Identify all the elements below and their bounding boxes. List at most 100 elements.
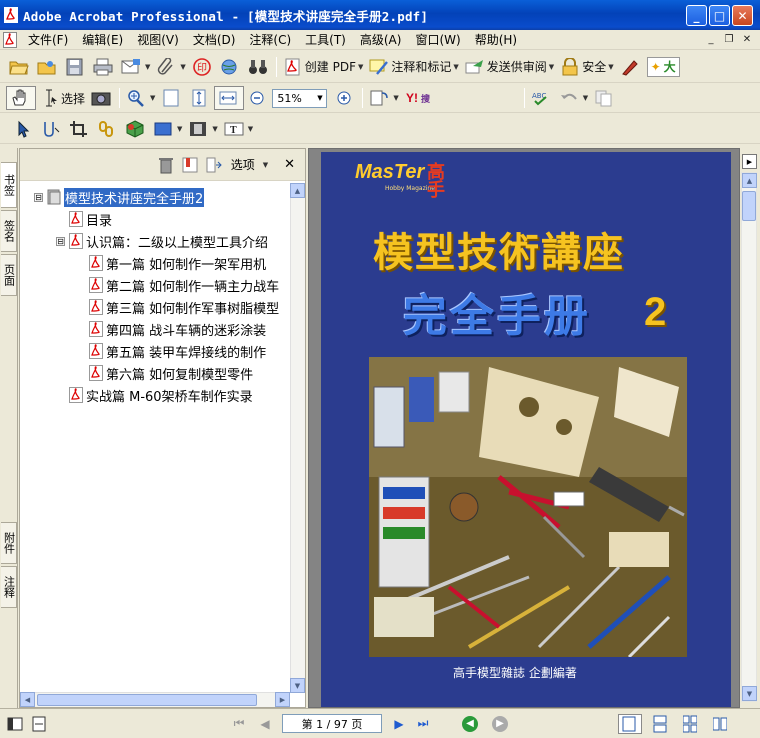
snapshot-button[interactable] bbox=[88, 86, 116, 110]
doc-close-button[interactable]: ✕ bbox=[739, 32, 755, 47]
next-page-button[interactable]: ▶ bbox=[390, 715, 408, 733]
collapse-toggle-icon[interactable]: ⊟ bbox=[34, 192, 43, 202]
document-view[interactable]: MasTer Hobby Magazine 高手 模型技術講座 完全手册 2 高… bbox=[308, 148, 740, 708]
zoom-in-button[interactable] bbox=[331, 86, 359, 110]
document-scroll-thumb[interactable] bbox=[742, 191, 756, 221]
actual-size-button[interactable] bbox=[158, 86, 186, 110]
scroll-up-button[interactable]: ▲ bbox=[290, 183, 305, 198]
stamp-button[interactable]: 印 bbox=[189, 55, 217, 79]
continuous-button[interactable] bbox=[650, 712, 672, 736]
rotate-view-button[interactable]: ▼ bbox=[366, 86, 401, 110]
print-button[interactable] bbox=[90, 55, 118, 79]
chevron-down-icon[interactable]: ▼ bbox=[313, 90, 326, 107]
fit-page-button[interactable] bbox=[186, 86, 214, 110]
undo-button[interactable]: ▼ bbox=[556, 86, 591, 110]
select-tool-button[interactable]: 选择 bbox=[36, 86, 88, 110]
previous-view-button[interactable]: ◀ bbox=[462, 715, 478, 732]
menu-help[interactable]: 帮助(H) bbox=[468, 31, 524, 48]
bookmark-item[interactable]: 第二篇 如何制作一辆主力战车 bbox=[89, 275, 279, 295]
crop-button[interactable] bbox=[66, 117, 94, 141]
bookmark-item[interactable]: 第三篇 如何制作军事树脂模型 bbox=[89, 297, 279, 317]
page-number-field[interactable]: 第 1 / 97 页 bbox=[282, 714, 382, 733]
doc-restore-button[interactable]: ❐ bbox=[721, 32, 737, 47]
email-button[interactable]: ▼ bbox=[118, 55, 153, 79]
first-page-button[interactable]: ⏮ bbox=[230, 715, 248, 733]
bookmark-item[interactable]: 第六篇 如何复制模型零件 bbox=[89, 363, 253, 383]
page-size-button[interactable] bbox=[28, 712, 52, 736]
next-view-button[interactable]: ▶ bbox=[492, 715, 508, 732]
web-button[interactable] bbox=[217, 55, 245, 79]
title-bar[interactable]: Adobe Acrobat Professional - [模型技术讲座完全手册… bbox=[0, 0, 760, 30]
create-pdf-button[interactable]: 创建 PDF ▼ bbox=[280, 55, 367, 79]
expand-bookmark-button[interactable] bbox=[203, 153, 227, 177]
collapse-toggle-icon[interactable]: ⊟ bbox=[56, 236, 65, 246]
send-review-button[interactable]: 发送供审阅 ▼ bbox=[462, 55, 557, 79]
bookmark-vertical-scrollbar[interactable]: ▲ ▼ bbox=[290, 183, 305, 693]
document-vertical-scrollbar[interactable]: ▶ ▲ ▼ bbox=[740, 148, 760, 708]
organizer-button[interactable] bbox=[34, 55, 62, 79]
find-button[interactable] bbox=[245, 55, 273, 79]
tab-attachments[interactable]: 附件 bbox=[1, 522, 17, 564]
hand-tool-button[interactable] bbox=[6, 86, 36, 110]
continuous-facing-button[interactable] bbox=[680, 712, 702, 736]
options-menu[interactable]: 选项 bbox=[231, 156, 255, 173]
doc-scroll-down-button[interactable]: ▼ bbox=[742, 686, 757, 701]
bookmark-item[interactable]: 目录 bbox=[69, 209, 112, 229]
close-button[interactable]: ✕ bbox=[732, 5, 753, 26]
yahoo-button[interactable]: Y! 搜 bbox=[402, 86, 444, 110]
scroll-left-button[interactable]: ◀ bbox=[20, 692, 35, 707]
last-page-button[interactable]: ⏭ bbox=[414, 715, 432, 733]
menu-window[interactable]: 窗口(W) bbox=[408, 31, 467, 48]
touchup-text-button[interactable] bbox=[38, 117, 66, 141]
show-panel-button[interactable]: ▶ bbox=[742, 154, 757, 169]
zoom-tool-button[interactable]: ▼ bbox=[123, 86, 158, 110]
text-field-button[interactable]: T ▼ bbox=[221, 117, 256, 141]
delete-bookmark-button[interactable] bbox=[155, 153, 179, 177]
maximize-button[interactable]: □ bbox=[709, 5, 730, 26]
chevron-down-icon[interactable]: ▼ bbox=[263, 161, 268, 169]
single-page-button[interactable] bbox=[618, 713, 642, 734]
close-panel-button[interactable]: ✕ bbox=[284, 157, 295, 172]
bookmark-root[interactable]: ⊟ 模型技术讲座完全手册2 bbox=[34, 187, 205, 207]
zoom-out-button[interactable] bbox=[244, 86, 272, 110]
bookmark-item[interactable]: ⊟ 认识篇：二级以上模型工具介绍 bbox=[56, 231, 268, 251]
hide-panel-button[interactable] bbox=[4, 712, 28, 736]
facing-button[interactable] bbox=[710, 712, 732, 736]
link-tool-button[interactable] bbox=[94, 117, 122, 141]
minimize-button[interactable]: _ bbox=[686, 5, 707, 26]
tab-signatures[interactable]: 签名 bbox=[1, 210, 17, 252]
save-button[interactable] bbox=[62, 55, 90, 79]
tab-pages[interactable]: 页面 bbox=[1, 254, 17, 296]
bookmark-horizontal-scrollbar[interactable]: ◀ ▶ bbox=[20, 692, 290, 707]
menu-edit[interactable]: 编辑(E) bbox=[75, 31, 130, 48]
ime-indicator[interactable]: ✦ 大 bbox=[646, 56, 680, 77]
tab-comments[interactable]: 注释 bbox=[1, 566, 17, 608]
3d-tool-button[interactable] bbox=[122, 117, 150, 141]
scroll-right-button[interactable]: ▶ bbox=[275, 692, 290, 707]
sign-button[interactable] bbox=[617, 55, 645, 79]
menu-comments[interactable]: 注释(C) bbox=[242, 31, 298, 48]
bookmark-item[interactable]: 第一篇 如何制作一架军用机 bbox=[89, 253, 266, 273]
horizontal-scroll-thumb[interactable] bbox=[37, 694, 257, 706]
menu-tools[interactable]: 工具(T) bbox=[298, 31, 353, 48]
bookmark-item[interactable]: 第四篇 战斗车辆的迷彩涂装 bbox=[89, 319, 266, 339]
menu-file[interactable]: 文件(F) bbox=[21, 31, 75, 48]
document-scroll-track[interactable]: ▲ ▼ bbox=[741, 172, 757, 702]
doc-scroll-up-button[interactable]: ▲ bbox=[742, 173, 757, 188]
menu-advanced[interactable]: 高级(A) bbox=[353, 31, 409, 48]
attach-button[interactable]: ▼ bbox=[153, 55, 188, 79]
shape-tool-button[interactable]: ▼ bbox=[150, 117, 185, 141]
copy-button[interactable] bbox=[591, 86, 619, 110]
comment-markup-button[interactable]: 注释和标记 ▼ bbox=[366, 55, 461, 79]
doc-minimize-button[interactable]: _ bbox=[703, 32, 719, 47]
new-bookmark-button[interactable] bbox=[179, 153, 203, 177]
tab-bookmarks[interactable]: 书签 bbox=[1, 162, 17, 208]
open-button[interactable] bbox=[6, 55, 34, 79]
document-icon[interactable] bbox=[3, 31, 17, 48]
bookmark-item[interactable]: 第五篇 装甲车焊接线的制作 bbox=[89, 341, 266, 361]
movie-tool-button[interactable]: ▼ bbox=[185, 117, 220, 141]
zoom-level-select[interactable]: 51% ▼ bbox=[272, 88, 328, 108]
bookmark-item[interactable]: 实战篇 M-60架桥车制作实录 bbox=[69, 385, 253, 405]
fit-width-button[interactable] bbox=[214, 86, 245, 110]
select-object-button[interactable] bbox=[10, 117, 38, 141]
